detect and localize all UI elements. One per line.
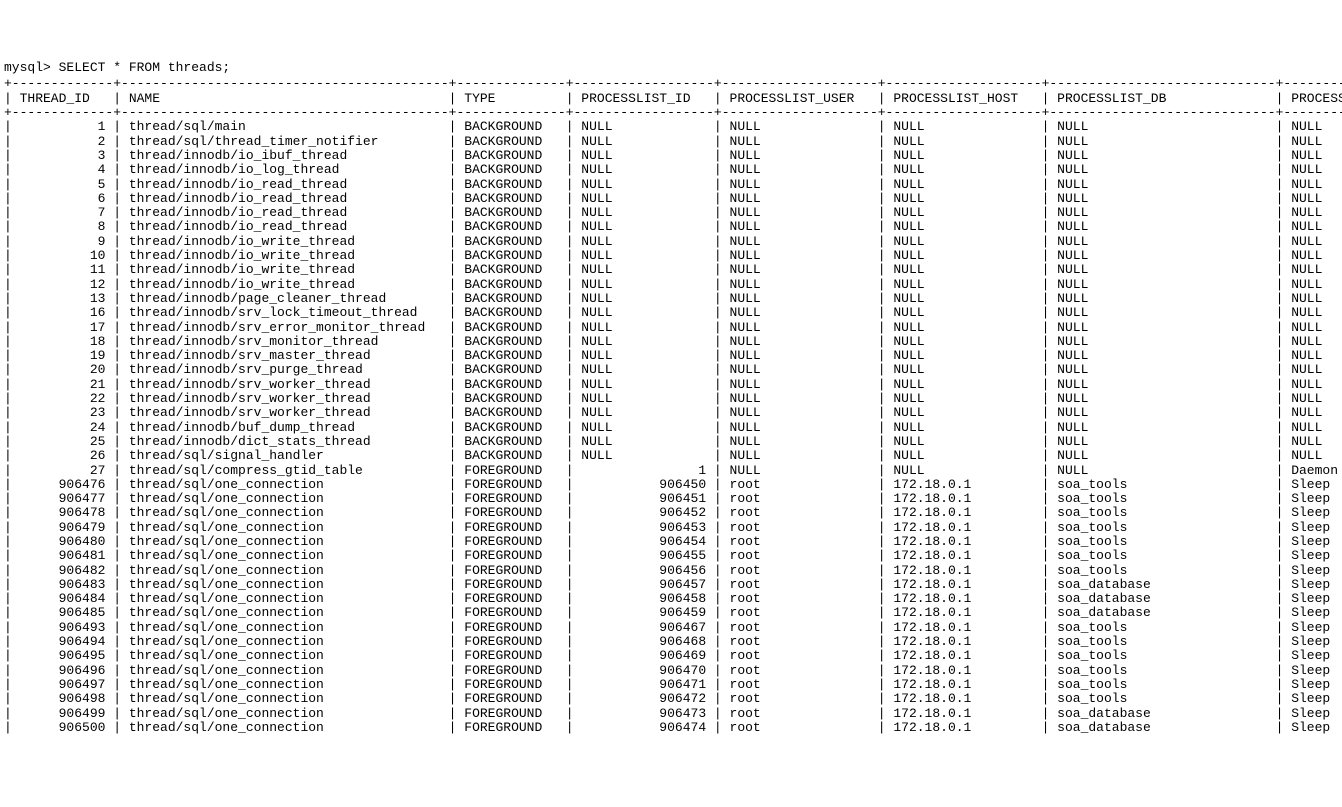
table-row: | 19 | thread/innodb/srv_master_thread |… <box>4 349 1342 363</box>
table-row: | 906481 | thread/sql/one_connection | F… <box>4 549 1342 563</box>
table-row: | 906477 | thread/sql/one_connection | F… <box>4 492 1342 506</box>
table-row: | 11 | thread/innodb/io_write_thread | B… <box>4 263 1342 277</box>
table-row: | 906480 | thread/sql/one_connection | F… <box>4 535 1342 549</box>
table-row: | 17 | thread/innodb/srv_error_monitor_t… <box>4 321 1342 335</box>
table-row: | 906484 | thread/sql/one_connection | F… <box>4 592 1342 606</box>
table-row: | 3 | thread/innodb/io_ibuf_thread | BAC… <box>4 149 1342 163</box>
table-row: | 8 | thread/innodb/io_read_thread | BAC… <box>4 220 1342 234</box>
table-row: | 13 | thread/innodb/page_cleaner_thread… <box>4 292 1342 306</box>
table-row: | 906495 | thread/sql/one_connection | F… <box>4 649 1342 663</box>
table-row: | 16 | thread/innodb/srv_lock_timeout_th… <box>4 306 1342 320</box>
table-row: | 26 | thread/sql/signal_handler | BACKG… <box>4 449 1342 463</box>
table-row: | 906500 | thread/sql/one_connection | F… <box>4 721 1342 735</box>
table-row: | 21 | thread/innodb/srv_worker_thread |… <box>4 378 1342 392</box>
table-row: | 1 | thread/sql/main | BACKGROUND | NUL… <box>4 120 1342 134</box>
table-row: | 906479 | thread/sql/one_connection | F… <box>4 521 1342 535</box>
table-row: | 906482 | thread/sql/one_connection | F… <box>4 564 1342 578</box>
table-row: | 18 | thread/innodb/srv_monitor_thread … <box>4 335 1342 349</box>
table-row: | 12 | thread/innodb/io_write_thread | B… <box>4 278 1342 292</box>
table-row: | 906493 | thread/sql/one_connection | F… <box>4 621 1342 635</box>
table-row: | 906494 | thread/sql/one_connection | F… <box>4 635 1342 649</box>
table-row: | 906485 | thread/sql/one_connection | F… <box>4 606 1342 620</box>
table-row: | 23 | thread/innodb/srv_worker_thread |… <box>4 406 1342 420</box>
table-row: | 906483 | thread/sql/one_connection | F… <box>4 578 1342 592</box>
table-row: | 906496 | thread/sql/one_connection | F… <box>4 664 1342 678</box>
table-row: | 24 | thread/innodb/buf_dump_thread | B… <box>4 421 1342 435</box>
table-header: | THREAD_ID | NAME | TYPE | PROCESSLIST_… <box>4 92 1342 106</box>
table-separator: +-------------+-------------------------… <box>4 106 1342 120</box>
table-row: | 2 | thread/sql/thread_timer_notifier |… <box>4 135 1342 149</box>
table-row: | 906499 | thread/sql/one_connection | F… <box>4 707 1342 721</box>
table-row: | 9 | thread/innodb/io_write_thread | BA… <box>4 235 1342 249</box>
table-row: | 5 | thread/innodb/io_read_thread | BAC… <box>4 178 1342 192</box>
table-row: | 20 | thread/innodb/srv_purge_thread | … <box>4 363 1342 377</box>
table-row: | 6 | thread/innodb/io_read_thread | BAC… <box>4 192 1342 206</box>
table-row: | 25 | thread/innodb/dict_stats_thread |… <box>4 435 1342 449</box>
table-row: | 10 | thread/innodb/io_write_thread | B… <box>4 249 1342 263</box>
table-row: | 22 | thread/innodb/srv_worker_thread |… <box>4 392 1342 406</box>
table-separator: +-------------+-------------------------… <box>4 77 1342 91</box>
table-row: | 7 | thread/innodb/io_read_thread | BAC… <box>4 206 1342 220</box>
table-row: | 27 | thread/sql/compress_gtid_table | … <box>4 464 1342 478</box>
table-row: | 4 | thread/innodb/io_log_thread | BACK… <box>4 163 1342 177</box>
table-row: | 906476 | thread/sql/one_connection | F… <box>4 478 1342 492</box>
table-row: | 906498 | thread/sql/one_connection | F… <box>4 692 1342 706</box>
mysql-terminal-output[interactable]: mysql> SELECT * FROM threads; +----------… <box>4 61 1342 735</box>
table-row: | 906497 | thread/sql/one_connection | F… <box>4 678 1342 692</box>
mysql-prompt: mysql> SELECT * FROM threads; <box>4 61 1342 75</box>
table-row: | 906478 | thread/sql/one_connection | F… <box>4 506 1342 520</box>
